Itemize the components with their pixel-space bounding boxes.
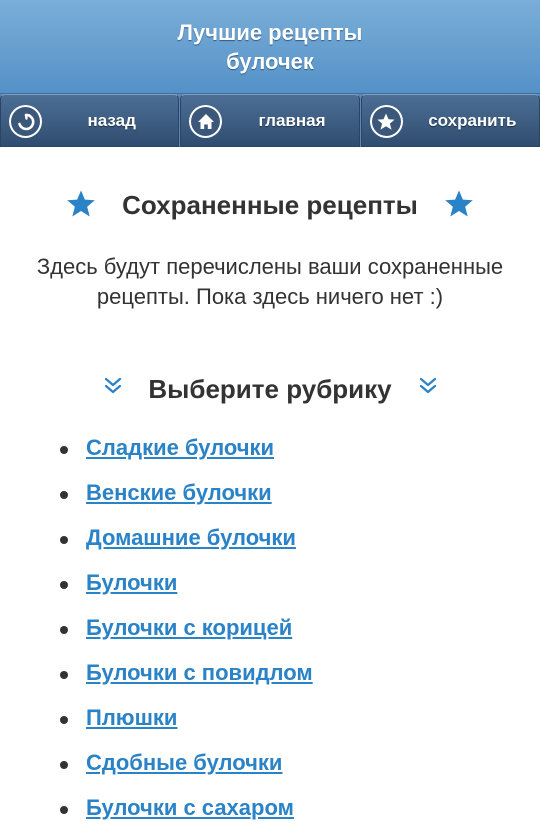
list-item: Плюшки [0,697,540,742]
app-header: Лучшие рецепты булочек [0,0,540,94]
save-label: сохранить [428,110,517,130]
back-button[interactable]: назад [0,94,180,147]
list-item: Венские булочки [0,472,540,517]
bullet [60,581,68,589]
bullet [60,536,68,544]
list-item: Булочки [0,562,540,607]
category-link[interactable]: Булочки с сахаром [86,795,294,821]
bullet [60,716,68,724]
bullet [60,446,68,454]
category-link[interactable]: Домашние булочки [86,525,296,551]
category-link[interactable]: Булочки с повидлом [86,660,313,686]
back-label: назад [87,110,136,130]
category-link[interactable]: Булочки [86,570,177,596]
home-label: главная [258,110,326,130]
list-item: Булочки с корицей [0,607,540,652]
category-link[interactable]: Булочки с корицей [86,615,292,641]
bullet [60,491,68,499]
bullet [60,806,68,814]
star-icon [444,189,474,224]
main-content: Сохраненные рецепты Здесь будут перечисл… [0,147,540,837]
nav-bar: назад главная сохранить [0,94,540,147]
bullet [60,626,68,634]
category-link[interactable]: Сладкие булочки [86,435,274,461]
rubric-heading: Выберите рубрику [148,373,392,404]
app-title: Лучшие рецепты булочек [177,19,363,74]
category-link[interactable]: Сдобные булочки [86,750,282,776]
home-button[interactable]: главная [180,94,360,147]
bullet [60,671,68,679]
list-item: Домашние булочки [0,517,540,562]
list-item: Сладкие булочки [0,427,540,472]
category-link[interactable]: Плюшки [86,705,177,731]
double-chevron-down-icon [418,376,438,401]
list-item: Булочки с повидлом [0,652,540,697]
category-link[interactable]: Венские булочки [86,480,272,506]
saved-recipes-info: Здесь будут перечислены ваши сохраненные… [36,254,504,309]
list-item: Сдобные булочки [0,742,540,787]
bullet [60,761,68,769]
list-item: Булочки с сахаром [0,787,540,832]
save-button[interactable]: сохранить [360,94,540,147]
category-list: Сладкие булочки Венские булочки Домашние… [0,427,540,832]
